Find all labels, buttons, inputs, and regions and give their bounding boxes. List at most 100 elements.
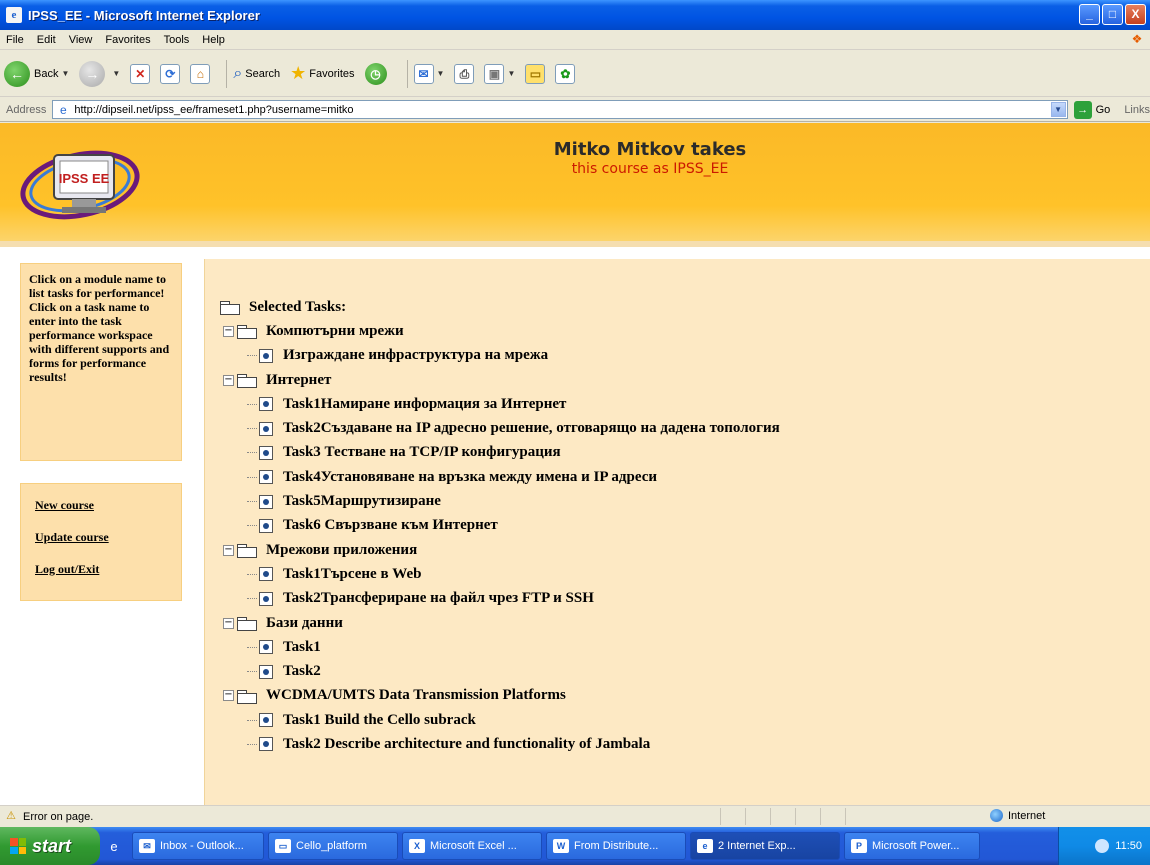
module-label[interactable]: Бази данни <box>266 615 343 632</box>
logout-link[interactable]: Log out/Exit <box>35 562 173 577</box>
address-bar: Address e ▼ → Go Links <box>0 98 1150 122</box>
task-label[interactable]: Task1 <box>283 639 321 656</box>
module-item[interactable]: − WCDMA/UMTS Data Transmission Platforms <box>219 684 780 708</box>
task-label[interactable]: Task1Намиране информация за Интернет <box>283 396 566 413</box>
menu-help[interactable]: Help <box>202 34 225 46</box>
module-item[interactable]: − Компютърни мрежи <box>219 319 780 343</box>
task-label[interactable]: Task3 Тестване на TCP/IP конфигурация <box>283 444 561 461</box>
task-label[interactable]: Task4Установяване на връзка между имена … <box>283 469 657 486</box>
task-item[interactable]: Task5Маршрутизиране <box>219 489 780 513</box>
task-item[interactable]: Task2 <box>219 659 780 683</box>
network-icon[interactable] <box>1095 839 1110 853</box>
task-label[interactable]: Task6 Свързване към Интернет <box>283 517 498 534</box>
minimize-button[interactable]: _ <box>1079 4 1100 25</box>
folder-icon: ▭ <box>275 839 291 853</box>
menu-edit[interactable]: Edit <box>37 34 56 46</box>
module-label[interactable]: WCDMA/UMTS Data Transmission Platforms <box>266 687 566 704</box>
collapse-icon[interactable]: − <box>223 325 234 337</box>
quicklaunch-ie-icon[interactable]: e <box>100 839 128 854</box>
mail-button[interactable]: ✉ ▼ <box>413 63 444 84</box>
task-label[interactable]: Task2 Describe architecture and function… <box>283 736 650 753</box>
address-input[interactable] <box>74 103 1045 116</box>
back-label: Back <box>34 67 59 80</box>
task-label[interactable]: Task2Създаване на IP адресно решение, от… <box>283 420 780 437</box>
home-button[interactable]: ⌂ <box>190 63 211 84</box>
tree-connector <box>247 355 257 357</box>
task-item[interactable]: Изграждане инфраструктура на мрежа <box>219 344 780 368</box>
module-label[interactable]: Компютърни мрежи <box>266 323 404 340</box>
taskbar-item[interactable]: ✉ Inbox - Outlook... <box>132 832 264 860</box>
collapse-icon[interactable]: − <box>223 690 234 702</box>
history-button[interactable]: ◷ <box>364 62 391 85</box>
taskbar-item[interactable]: e 2 Internet Exp... <box>690 832 840 860</box>
menu-tools[interactable]: Tools <box>164 34 190 46</box>
edit-button[interactable]: ▣ ▼ <box>484 63 515 84</box>
collapse-icon[interactable]: − <box>223 544 234 556</box>
security-zone: Internet <box>990 809 1045 822</box>
links-button[interactable]: Links <box>1124 104 1150 116</box>
task-item[interactable]: Task3 Тестване на TCP/IP конфигурация <box>219 441 780 465</box>
task-document-icon <box>259 470 273 485</box>
task-document-icon <box>259 567 273 582</box>
task-item[interactable]: Task1Търсене в Web <box>219 562 780 586</box>
print-button[interactable]: ⎙ <box>454 63 475 84</box>
status-message[interactable]: Error on page. <box>23 811 93 823</box>
menu-view[interactable]: View <box>69 34 93 46</box>
forward-button[interactable]: → ▼ <box>79 60 120 87</box>
module-label[interactable]: Мрежови приложения <box>266 542 417 559</box>
clock[interactable]: 11:50 <box>1115 840 1142 852</box>
task-label[interactable]: Task1Търсене в Web <box>283 566 421 583</box>
task-item[interactable]: Task1 <box>219 635 780 659</box>
go-label: Go <box>1095 103 1111 116</box>
collapse-icon[interactable]: − <box>223 374 234 386</box>
taskbar-item[interactable]: X Microsoft Excel ... <box>402 832 542 860</box>
update-course-link[interactable]: Update course <box>35 530 173 545</box>
discuss-button[interactable]: ▭ <box>525 63 546 84</box>
messenger-button[interactable]: ✿ <box>555 63 576 84</box>
ie-icon: e <box>6 7 22 23</box>
task-label[interactable]: Task1 Build the Cello subrack <box>283 712 476 729</box>
taskbar-item[interactable]: W From Distribute... <box>546 832 686 860</box>
module-item[interactable]: − Бази данни <box>219 611 780 635</box>
search-button[interactable]: ⌕ Search <box>233 65 280 83</box>
task-label[interactable]: Task2Трансфериране на файл чрез FTP и SS… <box>283 590 594 607</box>
start-button[interactable]: start <box>0 827 100 865</box>
go-button[interactable]: → Go <box>1073 100 1111 119</box>
stop-icon: ✕ <box>130 63 151 84</box>
globe-icon <box>990 809 1003 822</box>
back-button[interactable]: ← Back ▼ <box>4 60 69 87</box>
task-item[interactable]: Task1 Build the Cello subrack <box>219 708 780 732</box>
task-item[interactable]: Task6 Свързване към Интернет <box>219 514 780 538</box>
new-course-link[interactable]: New course <box>35 498 173 513</box>
collapse-icon[interactable]: − <box>223 617 234 629</box>
stop-button[interactable]: ✕ <box>130 63 151 84</box>
address-dropdown-button[interactable]: ▼ <box>1050 102 1066 117</box>
warning-icon[interactable]: ⚠ <box>4 810 18 823</box>
maximize-button[interactable]: □ <box>1102 4 1123 25</box>
favorites-button[interactable]: ★ Favorites <box>290 63 354 84</box>
folder-open-icon <box>236 324 258 340</box>
task-item[interactable]: Task2Създаване на IP адресно решение, от… <box>219 416 780 440</box>
taskbar-item[interactable]: P Microsoft Power... <box>844 832 980 860</box>
module-item[interactable]: − Интернет <box>219 368 780 392</box>
menu-favorites[interactable]: Favorites <box>105 34 150 46</box>
tree-connector <box>247 646 257 648</box>
module-item[interactable]: − Мрежови приложения <box>219 538 780 562</box>
task-document-icon <box>259 664 273 679</box>
menu-file[interactable]: File <box>6 34 24 46</box>
task-label[interactable]: Изграждане инфраструктура на мрежа <box>283 347 548 364</box>
taskbar-item[interactable]: ▭ Cello_platform <box>268 832 398 860</box>
window-title-bar[interactable]: e IPSS_EE - Microsoft Internet Explorer … <box>0 0 1150 30</box>
module-label[interactable]: Интернет <box>266 372 331 389</box>
task-item[interactable]: Task2 Describe architecture and function… <box>219 732 780 756</box>
task-label[interactable]: Task5Маршрутизиране <box>283 493 441 510</box>
task-label[interactable]: Task2 <box>283 663 321 680</box>
close-button[interactable]: X <box>1125 4 1146 25</box>
address-field[interactable]: e ▼ <box>52 100 1068 119</box>
tree-root: Selected Tasks: <box>219 295 780 319</box>
refresh-button[interactable]: ⟳ <box>160 63 181 84</box>
task-item[interactable]: Task4Установяване на връзка между имена … <box>219 465 780 489</box>
task-item[interactable]: Task1Намиране информация за Интернет <box>219 392 780 416</box>
task-item[interactable]: Task2Трансфериране на файл чрез FTP и SS… <box>219 587 780 611</box>
left-frame: Click on a module name to list tasks for… <box>0 247 200 805</box>
